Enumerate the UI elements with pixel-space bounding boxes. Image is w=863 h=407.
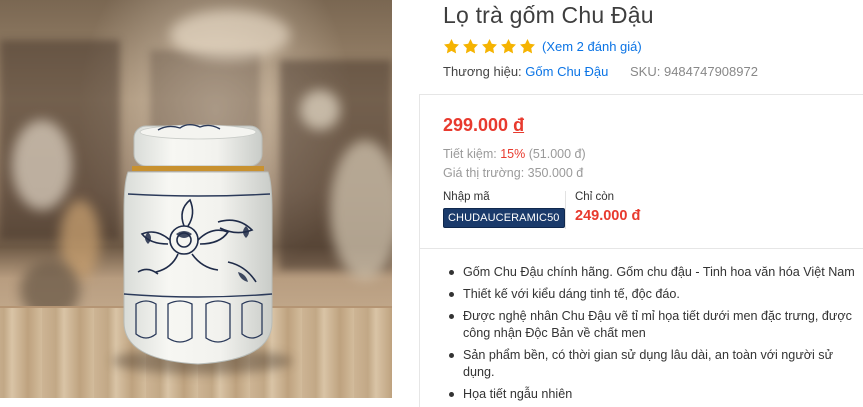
divider <box>419 94 420 407</box>
coupon-box: Nhập mã CHUDAUCERAMIC50 <box>443 191 565 228</box>
list-item: Được nghệ nhân Chu Đậu vẽ tỉ mỉ họa tiết… <box>447 308 863 342</box>
coupon-label: Nhập mã <box>443 191 490 203</box>
discounted-price-value: 249.000 đ <box>575 208 641 224</box>
star-icon <box>520 38 535 53</box>
divider <box>420 94 863 95</box>
current-price: 299.000 đ <box>443 115 524 136</box>
saving-label: Tiết kiệm: <box>443 147 501 161</box>
coupon-code-badge[interactable]: CHUDAUCERAMIC50 <box>443 208 565 228</box>
background-vase <box>330 140 392 280</box>
star-icon <box>501 38 516 53</box>
rating-row: (Xem 2 đánh giá) <box>443 36 642 56</box>
star-icon <box>444 38 459 53</box>
currency-symbol: đ <box>513 115 525 135</box>
star-icon <box>463 38 478 53</box>
market-price: Giá thị trường: 350.000 đ <box>443 166 584 180</box>
sku-value: 9484747908972 <box>663 64 758 79</box>
list-item: Sản phẩm bền, có thời gian sử dụng lâu d… <box>447 347 863 381</box>
saving-row: Tiết kiệm: 15% (51.000 đ) <box>443 147 586 161</box>
saving-percent: 15% <box>500 147 526 161</box>
product-title: Lọ trà gốm Chu Đậu <box>443 2 654 28</box>
divider <box>420 248 863 249</box>
discounted-price-box: Chỉ còn 249.000 đ <box>575 191 640 224</box>
product-meta: Thương hiệu: Gốm Chu Đậu SKU: 9484747908… <box>443 64 758 79</box>
discounted-price-label: Chỉ còn <box>575 191 614 203</box>
list-item: Thiết kế với kiểu dáng tinh tế, độc đáo. <box>447 286 863 303</box>
star-icon <box>482 38 497 53</box>
list-item: Gốm Chu Đậu chính hãng. Gốm chu đậu - Ti… <box>447 264 863 281</box>
divider <box>565 191 566 229</box>
background-light <box>170 10 290 60</box>
sku-label: SKU: <box>630 64 664 79</box>
saving-amount: (51.000 đ) <box>525 147 586 161</box>
review-count-link[interactable]: (Xem 2 đánh giá) <box>542 39 642 54</box>
feature-list: Gốm Chu Đậu chính hãng. Gốm chu đậu - Ti… <box>447 264 863 407</box>
brand-label: Thương hiệu: <box>443 64 526 79</box>
tea-jar-illustration <box>123 124 273 365</box>
list-item: Họa tiết ngẫu nhiên <box>447 386 863 403</box>
background-vase <box>300 90 340 130</box>
product-image[interactable] <box>0 0 392 398</box>
brand-link[interactable]: Gốm Chu Đậu <box>525 64 608 79</box>
current-price-value: 299.000 <box>443 115 509 135</box>
background-vase <box>12 120 72 210</box>
